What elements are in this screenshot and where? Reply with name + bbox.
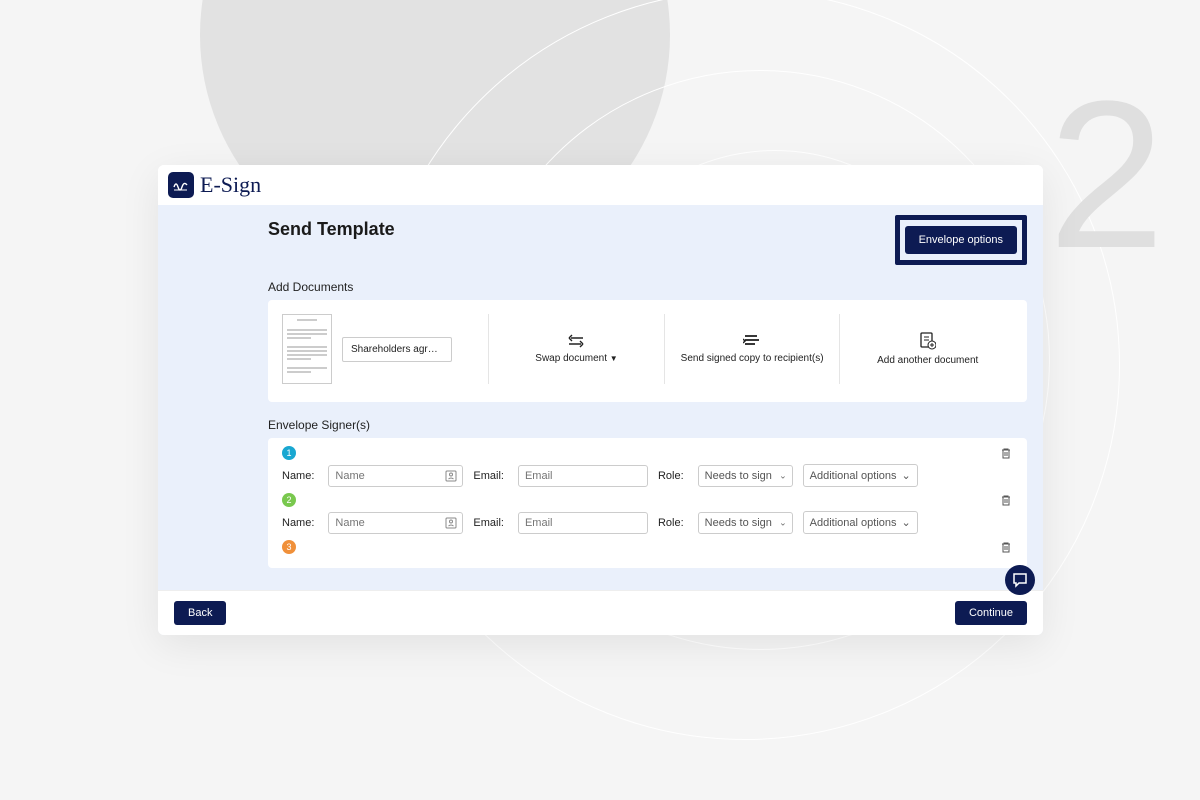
- additional-options-button[interactable]: Additional options⌄: [803, 464, 918, 487]
- chevron-down-icon: ⌄: [901, 516, 910, 529]
- add-another-document-button[interactable]: Add another document: [839, 314, 1015, 384]
- signer-row: 3: [282, 540, 1013, 554]
- envelope-options-button[interactable]: Envelope options: [905, 226, 1017, 254]
- signer-number-badge: 3: [282, 540, 296, 554]
- continue-button[interactable]: Continue: [955, 601, 1027, 625]
- signer-name-input[interactable]: [328, 512, 463, 534]
- swap-icon: [565, 334, 587, 348]
- document-name[interactable]: Shareholders agreemer: [342, 337, 452, 362]
- role-label: Role:: [658, 470, 684, 482]
- back-button[interactable]: Back: [174, 601, 226, 625]
- swap-document-button[interactable]: Swap document ▼: [488, 314, 664, 384]
- name-label: Name:: [282, 517, 314, 529]
- chevron-down-icon: ⌄: [779, 470, 787, 481]
- email-label: Email:: [473, 470, 504, 482]
- documents-panel: Shareholders agreemer Swap document ▼ Se…: [268, 300, 1027, 402]
- logo-text: E-Sign: [200, 172, 261, 198]
- signer-email-input[interactable]: [518, 512, 648, 534]
- delete-signer-icon[interactable]: [999, 493, 1013, 507]
- signer-row: 1 Name: Email: Role: Needs to sign ⌄: [282, 446, 1013, 487]
- delete-signer-icon[interactable]: [999, 446, 1013, 460]
- delete-signer-icon[interactable]: [999, 540, 1013, 554]
- envelope-options-highlight: Envelope options: [895, 215, 1027, 265]
- contacts-icon[interactable]: [445, 517, 457, 529]
- signer-name-input[interactable]: [328, 465, 463, 487]
- document-thumbnail[interactable]: [282, 314, 332, 384]
- contacts-icon[interactable]: [445, 470, 457, 482]
- document-plus-icon: [920, 332, 936, 350]
- signer-email-input[interactable]: [518, 465, 648, 487]
- page-title: Send Template: [268, 219, 395, 240]
- role-label: Role:: [658, 517, 684, 529]
- additional-options-button[interactable]: Additional options⌄: [803, 511, 918, 534]
- email-label: Email:: [473, 517, 504, 529]
- signer-number-badge: 1: [282, 446, 296, 460]
- step-indicator: 2: [1048, 70, 1165, 280]
- signer-row: 2 Name: Email: Role: Needs to sign ⌄: [282, 493, 1013, 534]
- send-signed-copy-button[interactable]: Send signed copy to recipient(s): [664, 314, 840, 384]
- app-header: E-Sign: [158, 165, 1043, 205]
- signer-number-badge: 2: [282, 493, 296, 507]
- footer-bar: Back Continue: [158, 590, 1043, 635]
- lines-icon: [743, 334, 761, 348]
- chevron-down-icon: ⌄: [901, 469, 910, 482]
- app-window: E-Sign Send Template Envelope options Ad…: [158, 165, 1043, 635]
- chat-icon: [1012, 572, 1028, 588]
- name-label: Name:: [282, 470, 314, 482]
- logo-icon: [168, 172, 194, 198]
- add-documents-label: Add Documents: [268, 280, 1027, 294]
- chevron-down-icon: ⌄: [779, 517, 787, 528]
- envelope-signers-label: Envelope Signer(s): [268, 418, 1027, 432]
- signers-panel: 1 Name: Email: Role: Needs to sign ⌄: [268, 438, 1027, 568]
- chat-widget-button[interactable]: [1005, 565, 1035, 595]
